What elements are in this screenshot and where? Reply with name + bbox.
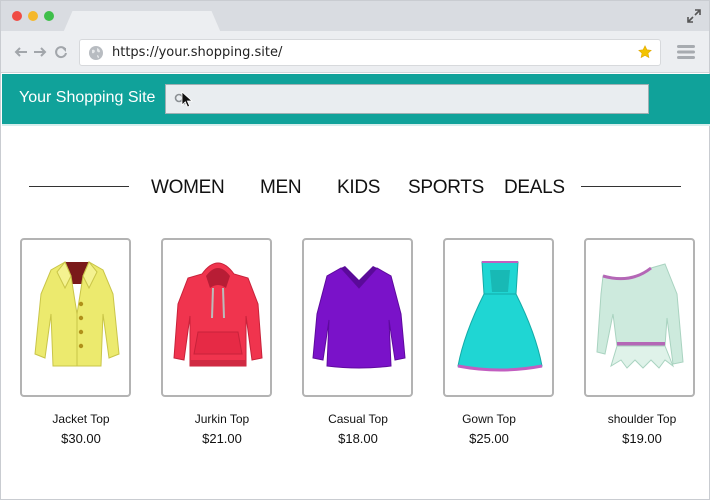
jacket-image [34, 261, 120, 367]
address-bar[interactable]: https://your.shopping.site/ [79, 39, 661, 66]
product-card-jacket[interactable] [20, 238, 131, 397]
browser-toolbar: https://your.shopping.site/ [1, 31, 709, 73]
product-card-gown[interactable] [443, 238, 554, 397]
hoodie-image [173, 262, 263, 367]
site-title[interactable]: Your Shopping Site [19, 89, 155, 107]
product-card-casual-top[interactable] [302, 238, 413, 397]
browser-tab[interactable] [63, 11, 221, 33]
product-name-hoodie[interactable]: Jurkin Top [152, 412, 292, 426]
search-input[interactable] [165, 84, 649, 114]
divider-right [581, 186, 681, 187]
globe-icon [89, 46, 103, 60]
category-women[interactable]: WOMEN [151, 177, 225, 199]
maximize-window-button[interactable] [44, 11, 54, 21]
category-men[interactable]: MEN [260, 177, 302, 199]
category-deals[interactable]: DEALS [504, 177, 565, 199]
product-price-hoodie: $21.00 [202, 431, 242, 446]
shoulder-top-image [596, 263, 684, 369]
title-bar [1, 1, 709, 33]
category-kids[interactable]: KIDS [337, 177, 380, 199]
reload-icon[interactable] [54, 45, 68, 59]
url-text: https://your.shopping.site/ [112, 45, 283, 60]
back-arrow-icon[interactable] [14, 45, 28, 59]
product-price-jacket: $30.00 [61, 431, 101, 446]
close-window-button[interactable] [12, 11, 22, 21]
bookmark-star-icon[interactable] [638, 45, 652, 59]
product-price-gown: $25.00 [469, 431, 509, 446]
product-name-jacket[interactable]: Jacket Top [11, 412, 151, 426]
mouse-cursor-icon [181, 91, 193, 108]
product-name-casual-top[interactable]: Casual Top [288, 412, 428, 426]
product-name-gown[interactable]: Gown Top [419, 412, 559, 426]
minimize-window-button[interactable] [28, 11, 38, 21]
product-price-shoulder-top: $19.00 [622, 431, 662, 446]
casual-top-image [312, 266, 406, 369]
category-sports[interactable]: SPORTS [408, 177, 484, 199]
gown-image [457, 261, 543, 372]
product-card-shoulder-top[interactable] [584, 238, 695, 397]
product-card-hoodie[interactable] [161, 238, 272, 397]
browser-window: https://your.shopping.site/ Your Shoppin… [0, 0, 710, 500]
site-header: Your Shopping Site [2, 74, 710, 124]
divider-left [29, 186, 129, 187]
forward-arrow-icon[interactable] [33, 45, 47, 59]
expand-icon[interactable] [687, 9, 701, 23]
product-name-shoulder-top[interactable]: shoulder Top [572, 412, 710, 426]
hamburger-menu-icon[interactable] [677, 44, 695, 60]
product-price-casual-top: $18.00 [338, 431, 378, 446]
